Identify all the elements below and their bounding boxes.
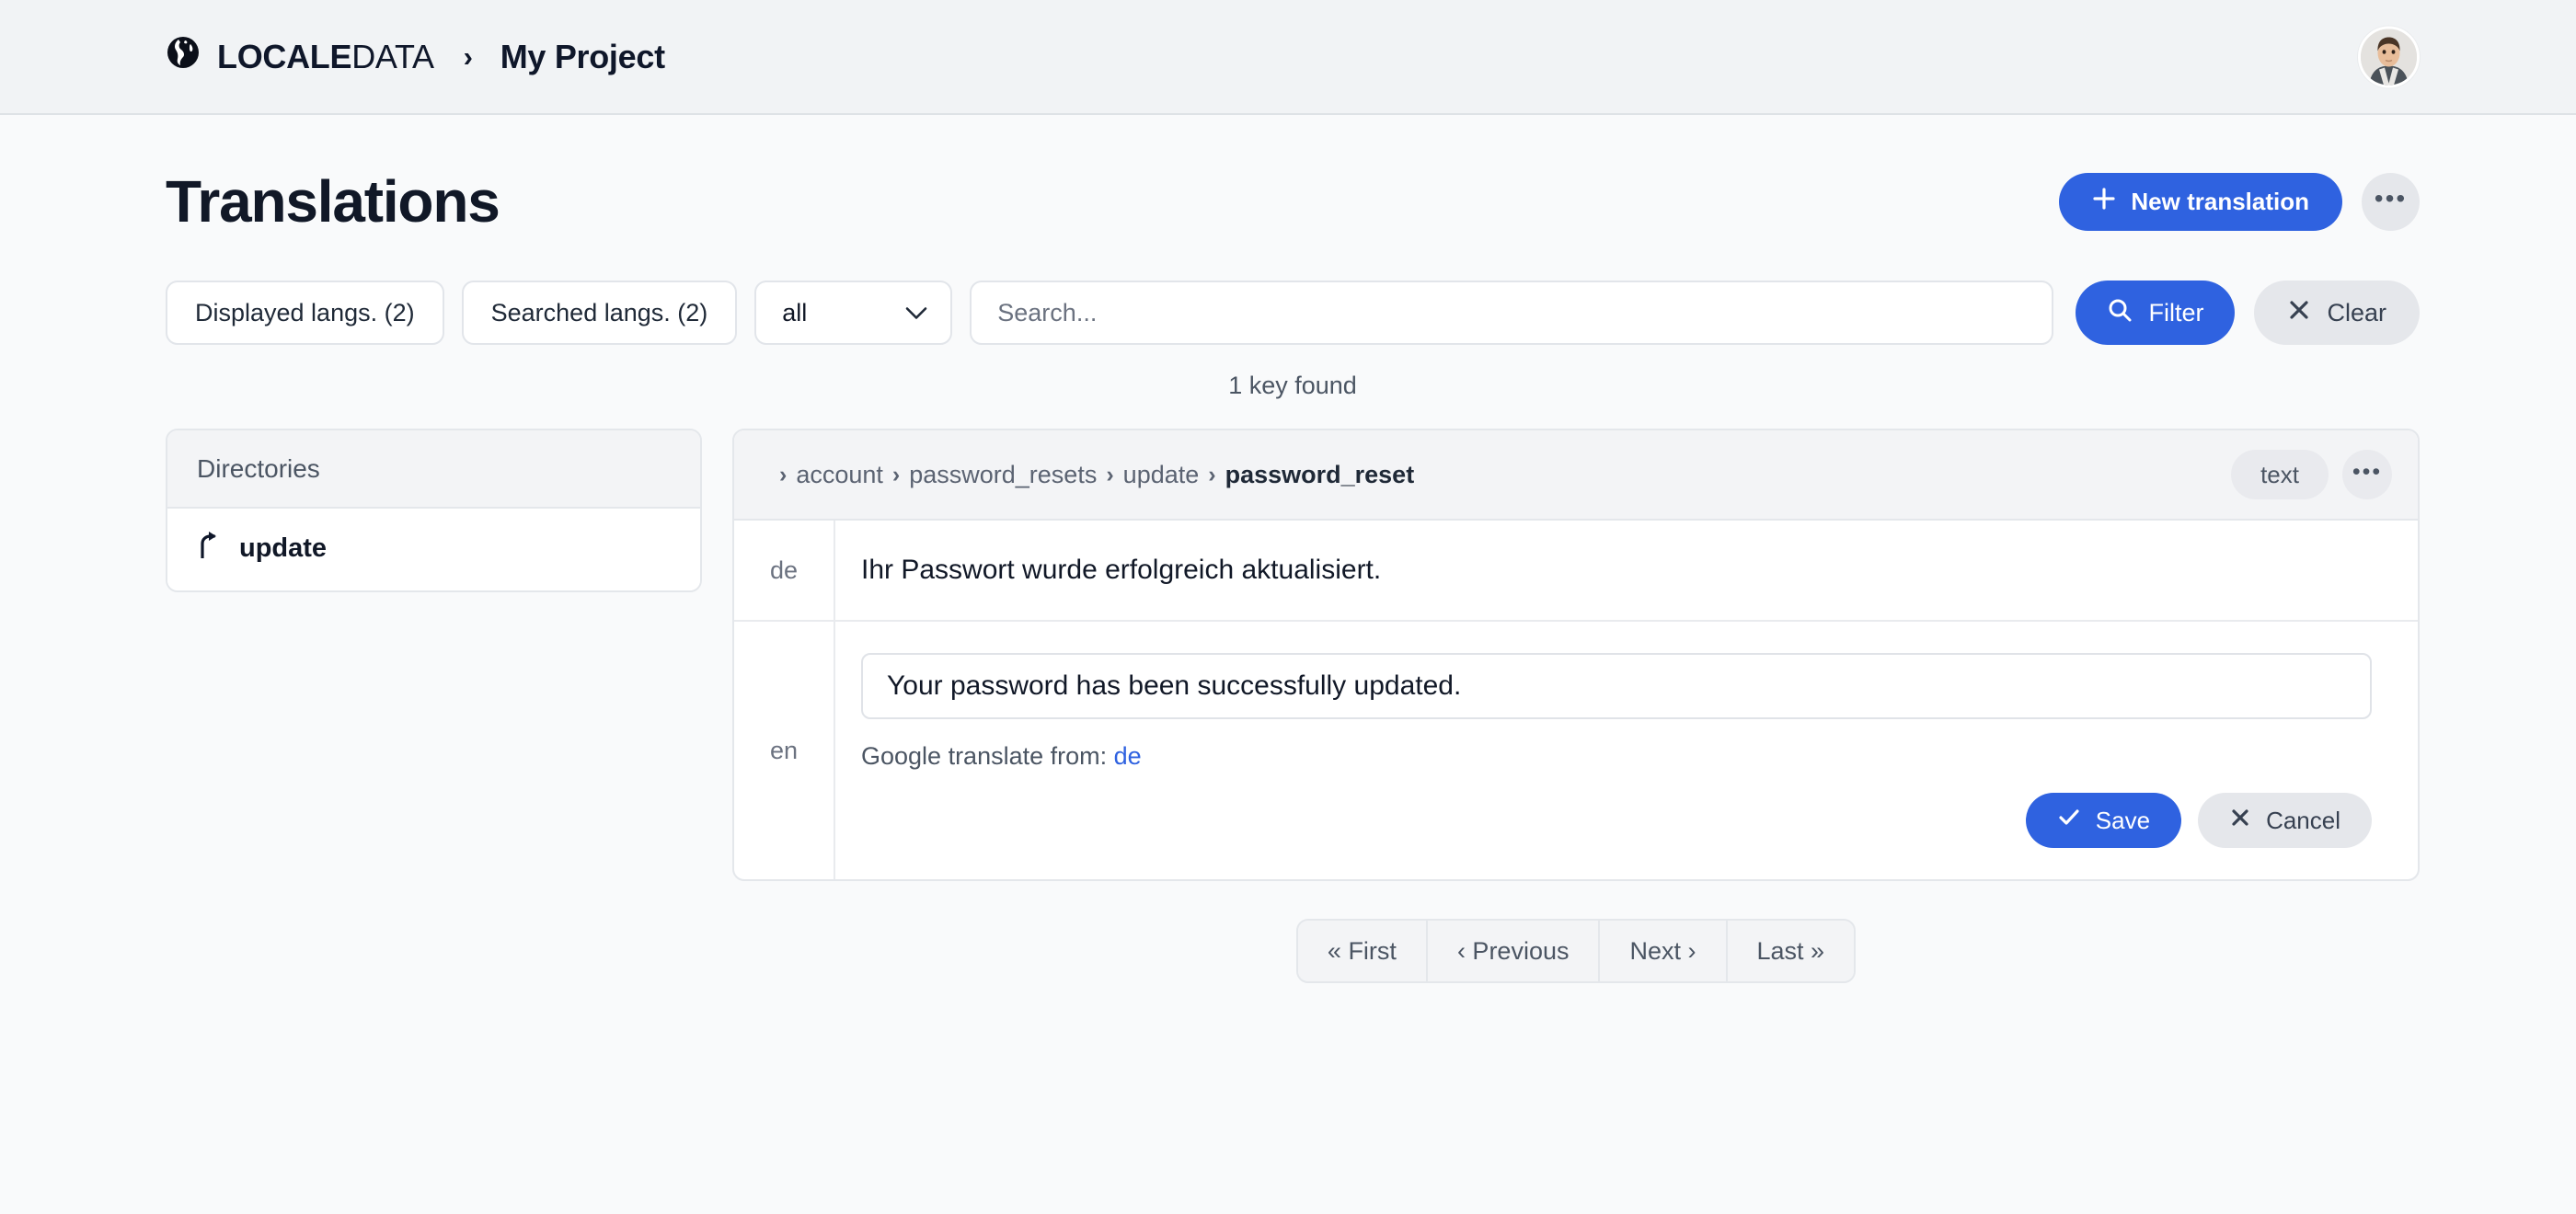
clear-label: Clear [2327, 298, 2386, 326]
pagination: « First ‹ Previous Next › Last » [1295, 919, 1857, 983]
directories-panel: Directories update [166, 429, 702, 592]
cancel-label: Cancel [2266, 806, 2340, 834]
google-translate-label: Google translate from: [861, 742, 1108, 770]
save-button[interactable]: Save [2025, 793, 2182, 848]
type-chip[interactable]: text [2231, 450, 2329, 499]
searched-langs-button[interactable]: Searched langs. (2) [461, 281, 738, 345]
translation-card: › account › password_resets › update › p… [732, 429, 2420, 881]
arrow-up-level-icon [197, 531, 221, 566]
check-icon [2057, 806, 2081, 836]
plus-icon [2092, 187, 2116, 217]
page-container: Translations New translation ••• Display… [0, 115, 2576, 983]
page-title: Translations [166, 168, 500, 235]
breadcrumb-chevron-icon: › [891, 461, 901, 487]
filter-label: Filter [2148, 298, 2204, 326]
translation-more-button[interactable]: ••• [2342, 450, 2392, 499]
directory-item-label: update [239, 533, 328, 563]
pagination-last[interactable]: Last » [1727, 921, 1855, 981]
results-count: 1 key found [1228, 372, 1357, 399]
search-input[interactable] [997, 298, 2027, 327]
cancel-button[interactable]: Cancel [2198, 793, 2372, 848]
new-translation-label: New translation [2131, 187, 2309, 215]
pagination-wrap: « First ‹ Previous Next › Last » [166, 919, 2420, 983]
search-field[interactable] [970, 281, 2054, 345]
breadcrumb-separator-icon: › [463, 40, 473, 73]
close-icon [2229, 807, 2251, 835]
translation-input-en[interactable] [861, 653, 2372, 719]
breadcrumb-part-2[interactable]: update [1123, 461, 1200, 489]
header-more-button[interactable]: ••• [2362, 172, 2420, 231]
translation-text-de[interactable]: Ihr Passwort wurde erfolgreich aktualisi… [835, 521, 1427, 620]
brand-light: DATA [351, 37, 434, 75]
table-row: de Ihr Passwort wurde erfolgreich aktual… [734, 521, 2418, 622]
pagination-previous[interactable]: ‹ Previous [1427, 921, 1601, 981]
brand-name: LOCALEDATA [217, 38, 434, 76]
search-icon [2107, 297, 2133, 329]
clear-button[interactable]: Clear [2254, 281, 2420, 345]
avatar[interactable] [2358, 26, 2420, 87]
content-area: Directories update › account › password_ [166, 429, 2420, 881]
title-actions: New translation ••• [2059, 172, 2420, 231]
pagination-first[interactable]: « First [1297, 921, 1428, 981]
google-translate-hint: Google translate from: de [861, 742, 2372, 771]
displayed-langs-button[interactable]: Displayed langs. (2) [166, 281, 444, 345]
breadcrumb-part-0[interactable]: account [796, 461, 883, 489]
new-translation-button[interactable]: New translation [2059, 172, 2342, 231]
translation-editor-en: Google translate from: de Save [835, 622, 2418, 879]
row-language-code: en [734, 622, 835, 879]
google-translate-source-link[interactable]: de [1114, 742, 1142, 770]
brand-breadcrumb[interactable]: LOCALEDATA › My Project [166, 35, 665, 78]
row-language-code: de [734, 521, 835, 620]
close-icon [2287, 298, 2311, 328]
scope-select-value: all [782, 298, 808, 326]
breadcrumb-chevron-icon: › [1106, 461, 1114, 487]
brand-strong: LOCALE [217, 37, 352, 75]
editor-actions: Save Cancel [861, 793, 2372, 848]
top-navbar: LOCALEDATA › My Project [0, 0, 2576, 115]
chevron-down-icon [904, 299, 928, 327]
breadcrumb-chevron-icon: › [779, 461, 788, 487]
table-row: en Google translate from: de Save [734, 622, 2418, 879]
title-row: Translations New translation ••• [166, 115, 2420, 231]
globe-icon [166, 35, 201, 78]
translation-card-header: › account › password_resets › update › p… [734, 430, 2418, 521]
directory-item-update[interactable]: update [167, 509, 700, 590]
filter-button[interactable]: Filter [2076, 281, 2236, 345]
directories-header: Directories [167, 430, 700, 509]
filter-bar: Displayed langs. (2) Searched langs. (2)… [166, 281, 2420, 345]
breadcrumb-part-1[interactable]: password_resets [909, 461, 1097, 489]
pagination-next[interactable]: Next › [1600, 921, 1728, 981]
save-label: Save [2095, 806, 2151, 834]
breadcrumb-current-key: password_reset [1225, 460, 1415, 488]
scope-select[interactable]: all [754, 281, 953, 345]
breadcrumb: › account › password_resets › update › p… [779, 461, 1414, 489]
project-name[interactable]: My Project [500, 38, 665, 76]
breadcrumb-chevron-icon: › [1208, 461, 1216, 487]
translation-card-actions: text ••• [2231, 450, 2392, 499]
